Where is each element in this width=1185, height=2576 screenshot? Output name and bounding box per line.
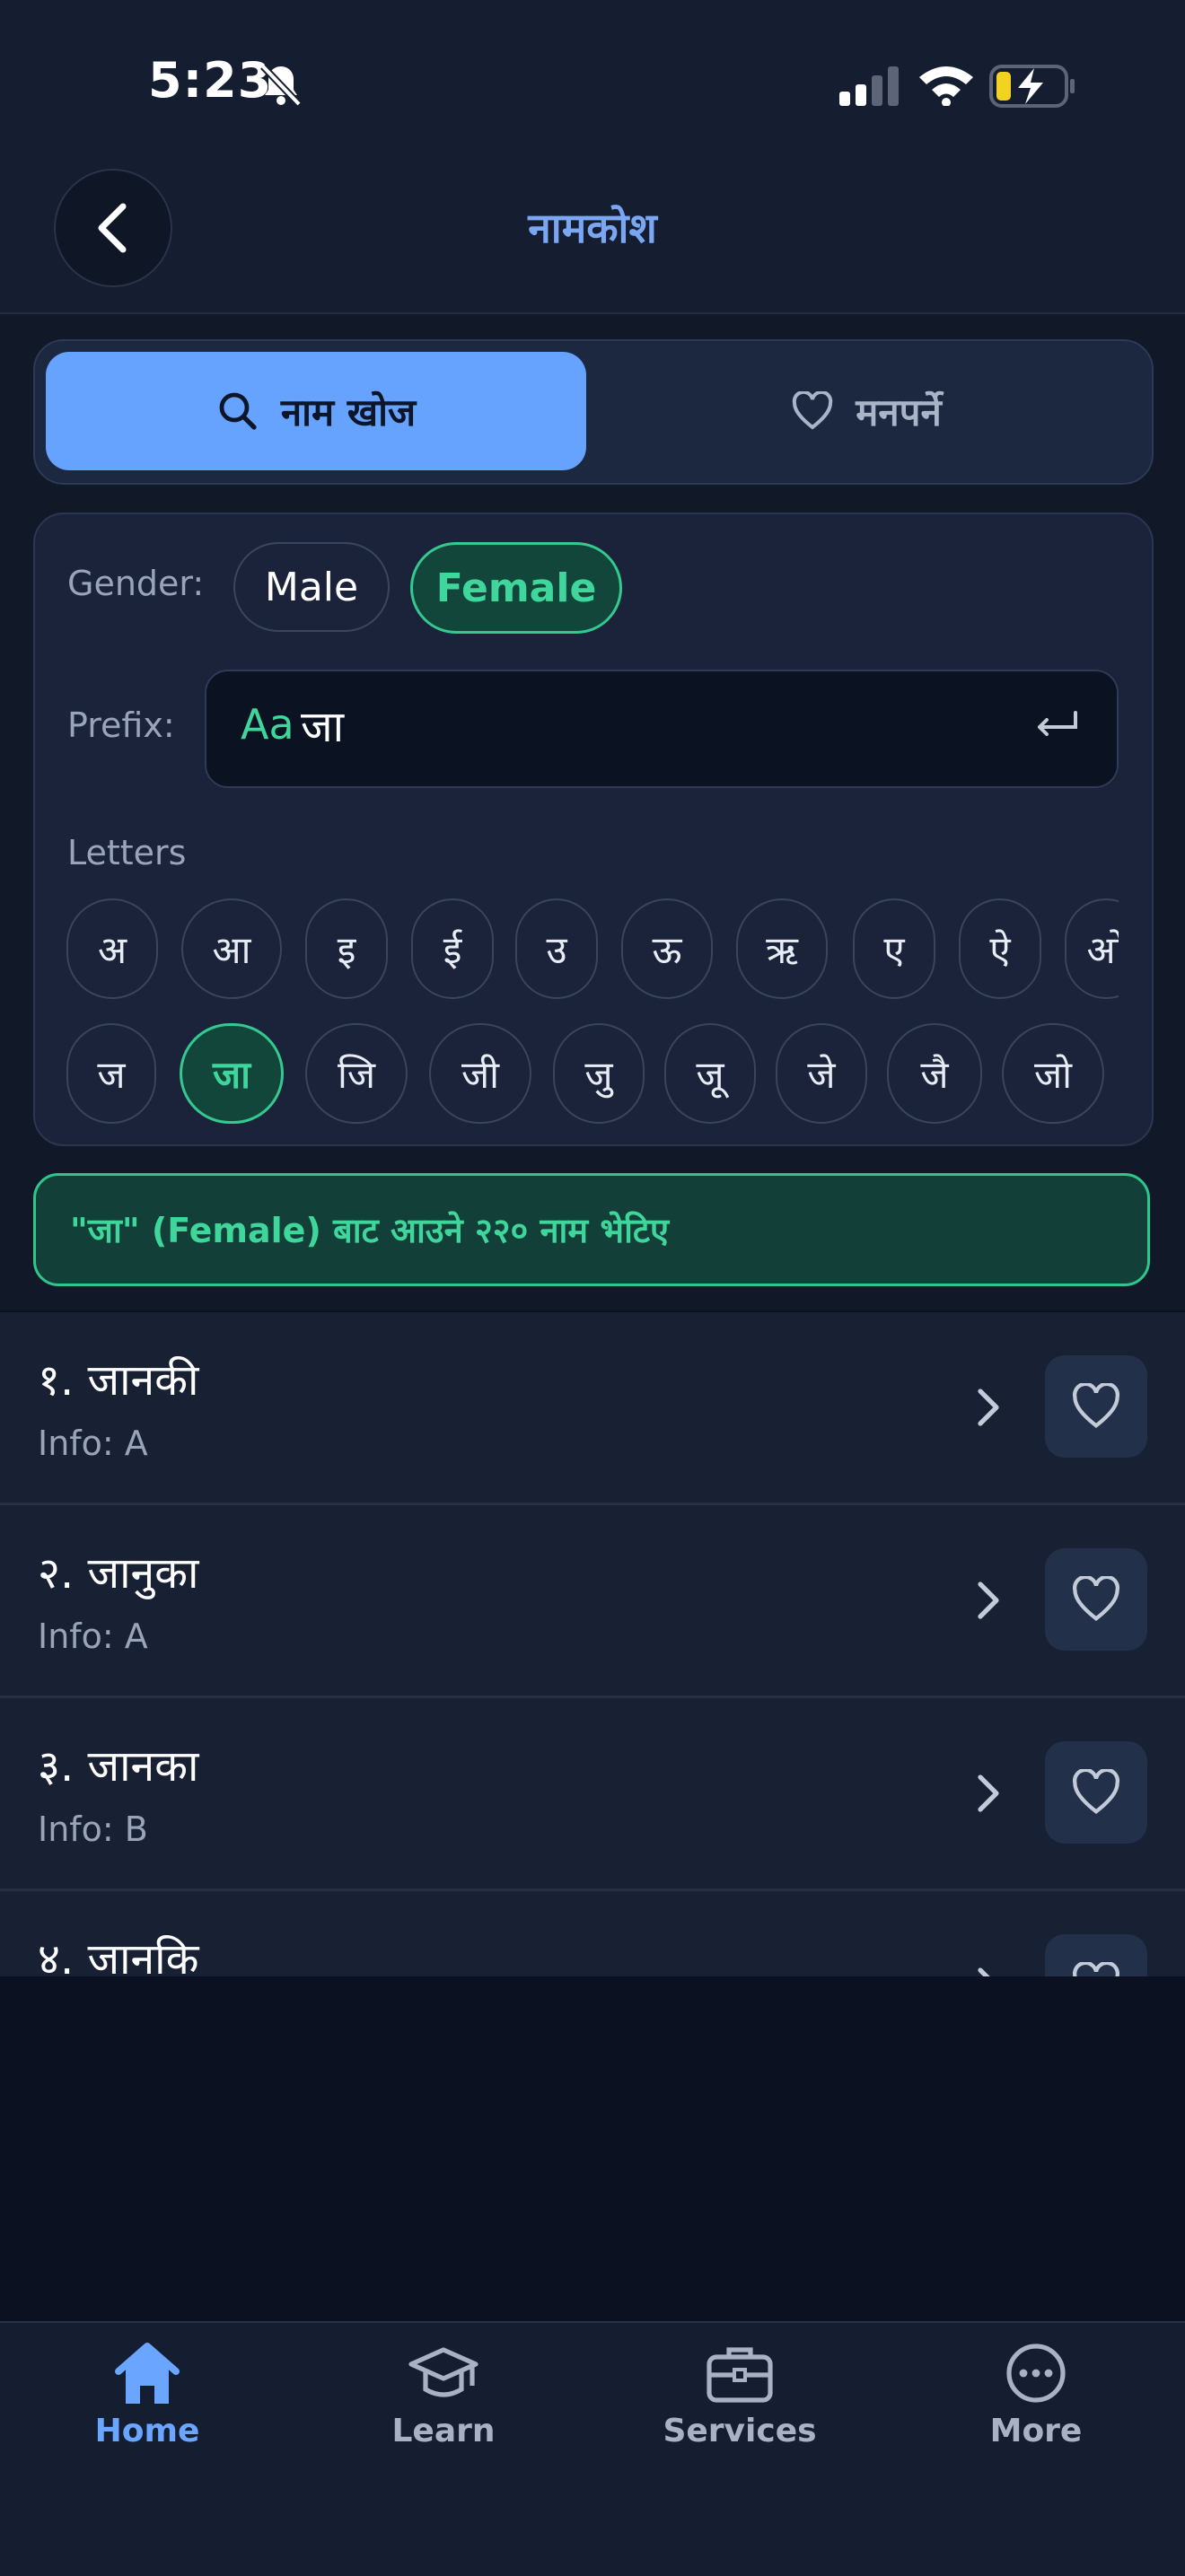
nav-label: Home — [94, 2413, 200, 2449]
chevron-right-icon — [978, 1967, 990, 1976]
nav-label: Services — [663, 2413, 817, 2449]
list-item[interactable]: २. जानुका Info: A — [0, 1505, 1185, 1698]
gender-female-chip[interactable]: Female — [410, 542, 622, 634]
letter-chip[interactable]: ए — [853, 898, 935, 999]
letters-row-vowels: अ आ इ ई उ ऊ ऋ ए ऐ ओ — [66, 898, 1119, 999]
list-item[interactable]: ४. जानकि — [0, 1891, 1185, 1976]
prefix-label: Prefix: — [67, 705, 175, 745]
letter-chip[interactable]: ज — [66, 1023, 156, 1124]
item-name: ४. जानकि — [38, 1934, 199, 1976]
nav-services[interactable]: Services — [623, 2339, 856, 2465]
letter-chip[interactable]: ई — [411, 898, 494, 999]
tab-label: नाम खोज — [280, 390, 417, 434]
favorite-button[interactable] — [1045, 1934, 1147, 1976]
letter-chip[interactable]: ऊ — [621, 898, 713, 999]
item-info: Info: B — [38, 1809, 148, 1849]
page-title: नामकोश — [528, 204, 657, 252]
letter-chip-selected[interactable]: जा — [180, 1023, 284, 1124]
letter-chip[interactable]: जू — [664, 1023, 756, 1124]
item-info: Info: A — [38, 1424, 148, 1463]
letter-chip[interactable]: जि — [305, 1023, 408, 1124]
tab-favorites[interactable]: मनपर्ने — [594, 352, 1138, 470]
favorite-button[interactable] — [1045, 1548, 1147, 1651]
item-info: Info: A — [38, 1617, 148, 1656]
letter-chip[interactable]: इ — [305, 898, 388, 999]
letters-label: Letters — [67, 833, 187, 872]
heart-icon — [1073, 1769, 1119, 1814]
letter-chip[interactable]: आ — [181, 898, 282, 999]
briefcase-icon — [707, 2347, 773, 2403]
nav-learn[interactable]: Learn — [327, 2339, 560, 2465]
letter-chip[interactable]: उ — [515, 898, 598, 999]
home-icon — [115, 2343, 180, 2404]
list-item[interactable]: ३. जानका Info: B — [0, 1698, 1185, 1891]
search-icon — [219, 392, 257, 430]
item-name: १. जानकी — [38, 1355, 199, 1406]
letter-chip[interactable]: जो — [1002, 1023, 1104, 1124]
chevron-right-icon — [978, 1774, 999, 1812]
letter-chip[interactable]: ओ — [1065, 898, 1119, 999]
return-key-icon[interactable] — [1032, 705, 1079, 745]
letter-chip[interactable]: जै — [887, 1023, 982, 1124]
item-name: २. जानुका — [38, 1548, 199, 1599]
letter-chip[interactable]: ऋ — [736, 898, 828, 999]
signal-icon — [839, 66, 900, 110]
tab-name-search[interactable]: नाम खोज — [46, 352, 586, 470]
letter-chip[interactable]: जे — [776, 1023, 867, 1124]
battery-charging-icon — [989, 65, 1075, 111]
nav-home[interactable]: Home — [31, 2339, 264, 2465]
nav-label: More — [989, 2413, 1083, 2449]
prefix-value: जा — [301, 702, 345, 752]
chevron-right-icon — [978, 1582, 999, 1619]
item-name: ३. जानका — [38, 1741, 199, 1792]
status-time: 5:23 — [148, 52, 273, 109]
nav-more[interactable]: More — [919, 2339, 1153, 2465]
more-icon — [1006, 2344, 1066, 2403]
letter-chip[interactable]: जी — [429, 1023, 531, 1124]
favorite-button[interactable] — [1045, 1741, 1147, 1844]
text-case-icon: Aa — [241, 700, 294, 749]
chevron-right-icon — [978, 1389, 999, 1426]
result-count-banner: "जा" (Female) बाट आउने २२० नाम भेटिए — [33, 1173, 1150, 1286]
letter-chip[interactable]: अ — [66, 898, 158, 999]
bell-muted-icon — [256, 63, 306, 111]
favorite-button[interactable] — [1045, 1355, 1147, 1458]
wifi-icon — [917, 63, 975, 110]
nav-label: Learn — [391, 2413, 496, 2449]
heart-icon — [1073, 1962, 1119, 1976]
results-list: १. जानकी Info: A २. जानुका Info: A ३. जा… — [0, 1312, 1185, 1976]
gender-label: Gender: — [67, 564, 205, 603]
heart-icon — [793, 391, 833, 430]
gender-male-chip[interactable]: Male — [233, 542, 390, 632]
list-item[interactable]: १. जानकी Info: A — [0, 1312, 1185, 1505]
letter-chip[interactable]: जु — [553, 1023, 645, 1124]
graduation-cap-icon — [408, 2347, 478, 2397]
heart-icon — [1073, 1383, 1119, 1428]
heart-icon — [1073, 1576, 1119, 1621]
letter-chip[interactable]: ऐ — [959, 898, 1041, 999]
tab-label: मनपर्ने — [856, 390, 942, 434]
